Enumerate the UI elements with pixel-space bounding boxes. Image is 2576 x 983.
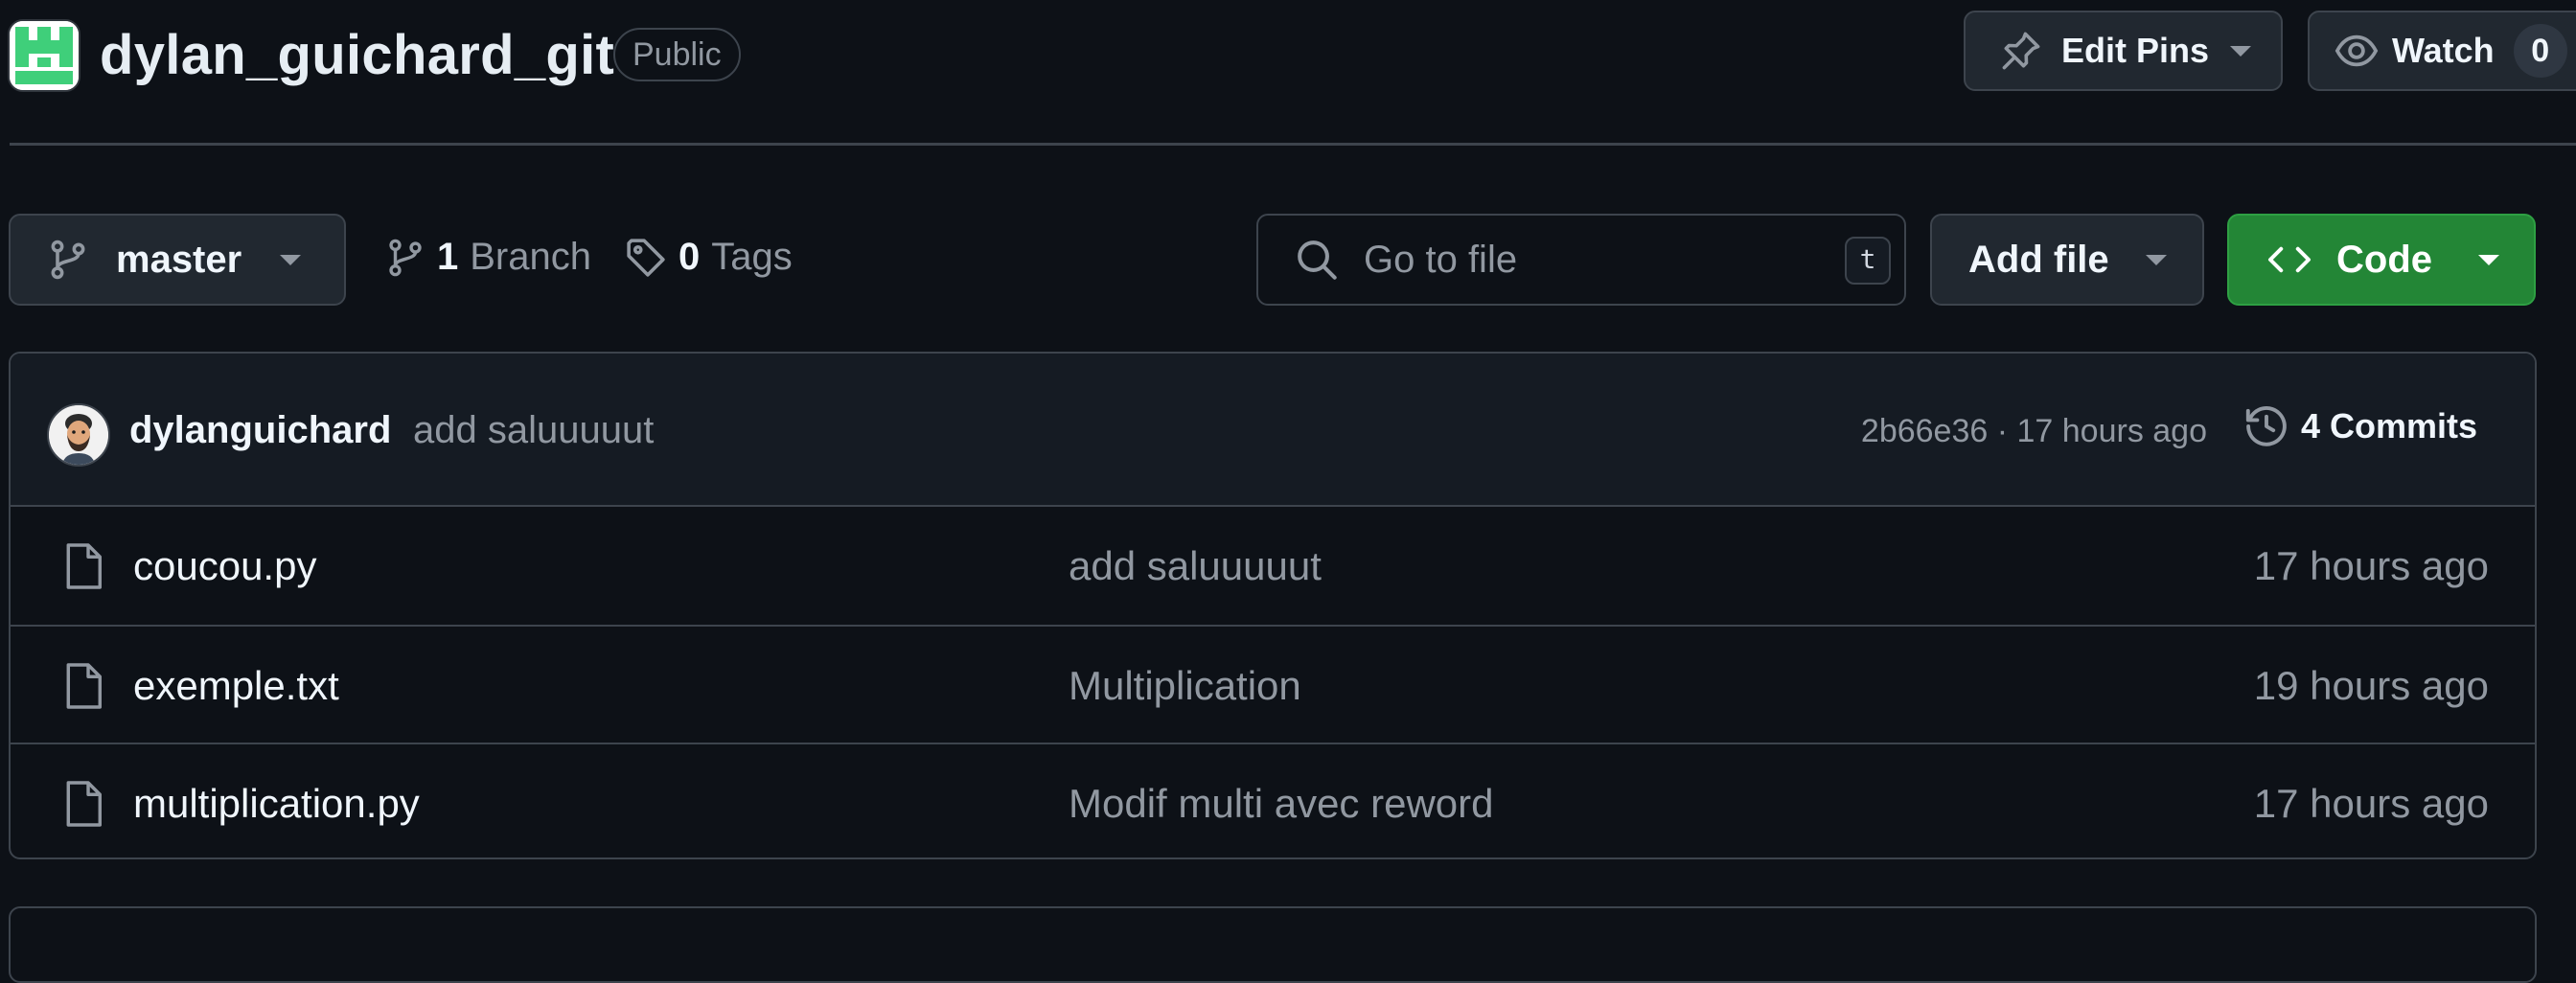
file-name[interactable]: coucou.py: [133, 543, 316, 589]
file-commit-time: 17 hours ago: [2253, 781, 2489, 826]
file-commit-message[interactable]: Multiplication: [1069, 663, 1301, 709]
history-icon: [2243, 403, 2289, 449]
avatar[interactable]: [47, 403, 110, 467]
file-commit-time: 19 hours ago: [2253, 663, 2489, 708]
code-button[interactable]: Code: [2227, 214, 2536, 306]
tags-count: 0: [678, 236, 701, 278]
edit-pins-button[interactable]: Edit Pins: [1964, 11, 2283, 91]
visibility-badge: Public: [613, 28, 741, 81]
go-to-file-search[interactable]: t: [1256, 214, 1906, 306]
git-branch-icon: [385, 238, 426, 278]
repo-title[interactable]: dylan_guichard_git: [100, 21, 614, 90]
watch-button[interactable]: Watch 0: [2308, 11, 2576, 91]
readme-panel: [9, 906, 2537, 983]
file-commit-message[interactable]: add saluuuuut: [1069, 543, 1322, 589]
header-divider: [10, 143, 2576, 146]
file-commit-time: 17 hours ago: [2253, 543, 2489, 588]
tag-icon: [625, 237, 667, 279]
commits-count-label: 4 Commits: [2300, 406, 2477, 446]
latest-commit-bar: dylanguichard add saluuuuut 2b66e36 · 17…: [11, 354, 2535, 507]
shortcut-key: t: [1845, 237, 1891, 285]
branches-count: 1: [437, 236, 459, 278]
tags-link[interactable]: 0 Tags: [625, 236, 793, 279]
file-icon: [62, 541, 104, 591]
add-file-label: Add file: [1968, 238, 2109, 281]
file-name[interactable]: exemple.txt: [133, 663, 339, 709]
table-row[interactable]: exemple.txt Multiplication 19 hours ago: [11, 625, 2535, 743]
search-input[interactable]: [1364, 238, 1824, 282]
triangle-down-icon: [278, 252, 303, 267]
commits-link[interactable]: 4 Commits: [2243, 403, 2477, 449]
file-name[interactable]: multiplication.py: [133, 781, 420, 827]
commit-message[interactable]: add saluuuuut: [413, 409, 654, 452]
file-icon: [62, 779, 104, 829]
watch-label: Watch: [2392, 31, 2495, 70]
search-icon: [1295, 238, 1339, 282]
edit-pins-label: Edit Pins: [2061, 31, 2210, 70]
commit-hash-time[interactable]: 2b66e36 · 17 hours ago: [1861, 413, 2207, 450]
repo-avatar[interactable]: [8, 19, 80, 92]
git-branch-icon: [47, 239, 89, 281]
file-commit-message[interactable]: Modif multi avec reword: [1069, 781, 1493, 827]
watch-count: 0: [2513, 24, 2567, 78]
file-table: dylanguichard add saluuuuut 2b66e36 · 17…: [9, 352, 2537, 859]
file-icon: [62, 661, 104, 711]
branch-name: master: [116, 238, 242, 281]
code-label: Code: [2336, 238, 2432, 281]
branch-select-button[interactable]: master: [9, 214, 346, 306]
branches-label: Branch: [470, 236, 591, 278]
table-row[interactable]: coucou.py add saluuuuut 17 hours ago: [11, 507, 2535, 625]
tags-label: Tags: [711, 236, 793, 278]
eye-icon: [2334, 29, 2379, 73]
add-file-button[interactable]: Add file: [1930, 214, 2204, 306]
code-icon: [2266, 240, 2313, 279]
commit-author[interactable]: dylanguichard: [129, 409, 391, 452]
triangle-down-icon: [2228, 43, 2253, 58]
triangle-down-icon: [2144, 252, 2169, 267]
table-row[interactable]: multiplication.py Modif multi avec rewor…: [11, 743, 2535, 857]
branches-link[interactable]: 1 Branch: [385, 236, 591, 279]
triangle-down-icon: [2476, 252, 2501, 267]
pin-icon: [2000, 30, 2042, 72]
